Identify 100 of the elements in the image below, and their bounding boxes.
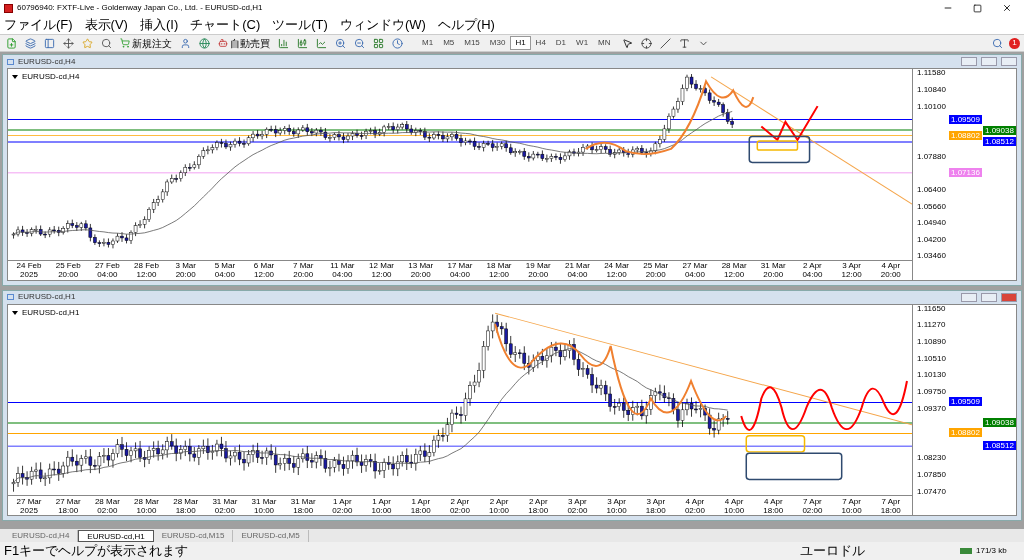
price-tag: 1.08512 bbox=[983, 441, 1016, 451]
time-axis-label: 17 Mar 04:00 bbox=[446, 261, 474, 279]
time-axis-label: 6 Mar 12:00 bbox=[252, 261, 276, 279]
price-tag: 1.08802 bbox=[949, 130, 982, 140]
time-axis-label: 7 Apr 02:00 bbox=[801, 496, 824, 515]
time-axis-label: 3 Apr 12:00 bbox=[840, 261, 863, 279]
time-axis-label: 27 Mar 04:00 bbox=[681, 261, 709, 279]
timeframe-button[interactable]: M30 bbox=[484, 36, 511, 50]
time-axis-label: 31 Mar 10:00 bbox=[250, 496, 278, 515]
status-traffic: 171/3 kb bbox=[976, 545, 1008, 557]
time-axis-label: 2 Apr 10:00 bbox=[488, 496, 511, 515]
price-axis-label: 1.10890 bbox=[917, 337, 946, 347]
chart-window-title: EURUSD-cd,H1 bbox=[18, 291, 77, 303]
price-axis-label: 1.10130 bbox=[917, 370, 946, 380]
time-axis-label: 1 Apr 18:00 bbox=[409, 496, 432, 515]
chart-symbol-label: EURUSD-cd,H1 bbox=[22, 306, 80, 319]
status-symbol: ユーロドル bbox=[800, 542, 866, 560]
price-axis-label: 1.06400 bbox=[917, 184, 946, 194]
price-axis-label: 1.11270 bbox=[917, 320, 946, 330]
menu-item[interactable]: ツール(T) bbox=[272, 15, 328, 35]
time-axis-label: 28 Mar 02:00 bbox=[93, 496, 121, 515]
price-axis-label: 1.11650 bbox=[917, 303, 946, 313]
price-axis-label: 1.11580 bbox=[917, 68, 946, 78]
time-axis-label: 18 Mar 12:00 bbox=[485, 261, 513, 279]
chart-tab[interactable]: EURUSD-cd,H1 bbox=[78, 530, 154, 542]
time-axis-label: 25 Feb 20:00 bbox=[54, 261, 82, 279]
chart-tab[interactable]: EURUSD-cd,M15 bbox=[153, 530, 234, 542]
time-axis-label: 3 Apr 02:00 bbox=[566, 496, 589, 515]
time-axis-label: 27 Feb 04:00 bbox=[93, 261, 121, 279]
time-axis-label: 31 Mar 20:00 bbox=[759, 261, 787, 279]
time-axis-label: 3 Apr 18:00 bbox=[644, 496, 667, 515]
price-tag: 1.09038 bbox=[983, 125, 1016, 135]
menu-item[interactable]: ヘルプ(H) bbox=[437, 15, 495, 35]
time-axis-label: 28 Mar 10:00 bbox=[133, 496, 160, 515]
chart-window-title: EURUSD-cd,H4 bbox=[18, 55, 77, 68]
time-axis-label: 27 Mar 2025 bbox=[15, 496, 43, 515]
timeframe-button[interactable]: MN bbox=[593, 36, 616, 50]
price-axis-label: 1.10840 bbox=[917, 84, 946, 94]
time-axis-label: 7 Mar 20:00 bbox=[291, 261, 315, 279]
price-axis-label: 1.07470 bbox=[917, 486, 946, 496]
time-axis-label: 4 Apr 10:00 bbox=[723, 496, 746, 515]
time-axis-label: 27 Mar 18:00 bbox=[54, 496, 82, 515]
chart-symbol-label: EURUSD-cd,H4 bbox=[22, 71, 80, 83]
time-axis-label: 28 Mar 18:00 bbox=[172, 496, 200, 515]
menu-item[interactable]: チャート(C) bbox=[190, 15, 261, 35]
window-title: 60796940: FXTF-Live - Goldenway Japan Co., Ltd. - EURUSD-cd,H1 bbox=[17, 2, 264, 14]
price-tag: 1.09509 bbox=[949, 114, 982, 124]
price-tag: 1.08802 bbox=[949, 428, 982, 438]
price-axis-label: 1.04940 bbox=[917, 217, 946, 227]
new-order-button[interactable]: 新規注文 bbox=[118, 35, 174, 51]
time-axis-label: 5 Mar 04:00 bbox=[213, 261, 237, 279]
price-axis-label: 1.10100 bbox=[917, 101, 946, 111]
notification-badge: 1 bbox=[1009, 37, 1020, 49]
menu-item[interactable]: 挿入(I) bbox=[139, 15, 179, 35]
time-axis-label: 2 Apr 18:00 bbox=[527, 496, 550, 515]
timeframe-button[interactable]: H1 bbox=[510, 36, 531, 50]
auto-trading-button[interactable]: 自動売買 bbox=[216, 35, 272, 51]
time-axis-label: 3 Mar 20:00 bbox=[174, 261, 197, 279]
time-axis-label: 2 Apr 02:00 bbox=[448, 496, 471, 515]
price-axis-label: 1.10510 bbox=[917, 353, 946, 363]
time-axis-label: 31 Mar 02:00 bbox=[211, 496, 239, 515]
price-axis-label: 1.04200 bbox=[917, 234, 946, 244]
time-axis-label: 11 Mar 04:00 bbox=[329, 261, 356, 279]
timeframe-button[interactable]: W1 bbox=[571, 36, 594, 50]
time-axis-label: 13 Mar 20:00 bbox=[407, 261, 435, 279]
time-axis-label: 24 Mar 12:00 bbox=[603, 261, 631, 279]
time-axis-label: 4 Apr 02:00 bbox=[683, 496, 706, 515]
price-tag: 1.08512 bbox=[983, 137, 1016, 147]
time-axis-label: 7 Apr 10:00 bbox=[840, 496, 863, 515]
price-axis-label: 1.05660 bbox=[917, 201, 946, 211]
timeframe-button[interactable]: M5 bbox=[438, 36, 460, 50]
status-hint: F1キーでヘルプが表示されます bbox=[4, 542, 190, 560]
price-axis-label: 1.07850 bbox=[917, 470, 946, 480]
time-axis-label: 31 Mar 18:00 bbox=[289, 496, 317, 515]
timeframe-button[interactable]: H4 bbox=[530, 36, 551, 50]
time-axis-label: 1 Apr 02:00 bbox=[331, 496, 354, 515]
time-axis-label: 28 Mar 12:00 bbox=[720, 261, 748, 279]
price-tag: 1.07136 bbox=[949, 168, 982, 178]
price-axis-label: 1.08230 bbox=[917, 453, 946, 463]
menu-item[interactable]: 表示(V) bbox=[84, 15, 128, 35]
time-axis-label: 21 Mar 04:00 bbox=[563, 261, 591, 279]
price-axis-label: 1.07880 bbox=[917, 151, 946, 161]
time-axis-label: 25 Mar 20:00 bbox=[642, 261, 670, 279]
timeframe-button[interactable]: M15 bbox=[459, 36, 485, 50]
time-axis-label: 12 Mar 12:00 bbox=[368, 261, 395, 279]
price-tag: 1.09509 bbox=[949, 397, 982, 407]
time-axis-label: 3 Apr 10:00 bbox=[605, 496, 628, 515]
time-axis-label: 1 Apr 10:00 bbox=[370, 496, 393, 515]
time-axis-label: 19 Mar 20:00 bbox=[524, 261, 552, 279]
time-axis-label: 28 Feb 12:00 bbox=[133, 261, 160, 279]
menu-item[interactable]: ファイル(F) bbox=[4, 15, 73, 35]
price-axis-label: 1.09370 bbox=[917, 403, 946, 413]
menu-item[interactable]: ウィンドウ(W) bbox=[339, 15, 426, 35]
timeframe-button[interactable]: D1 bbox=[550, 36, 572, 50]
time-axis-label: 7 Apr 18:00 bbox=[879, 496, 902, 515]
chart-tab[interactable]: EURUSD-cd,M5 bbox=[233, 530, 309, 542]
time-axis-label: 2 Apr 04:00 bbox=[801, 261, 824, 279]
timeframe-button[interactable]: M1 bbox=[417, 36, 439, 50]
time-axis-label: 4 Apr 18:00 bbox=[762, 496, 785, 515]
price-tag: 1.09038 bbox=[983, 418, 1016, 428]
